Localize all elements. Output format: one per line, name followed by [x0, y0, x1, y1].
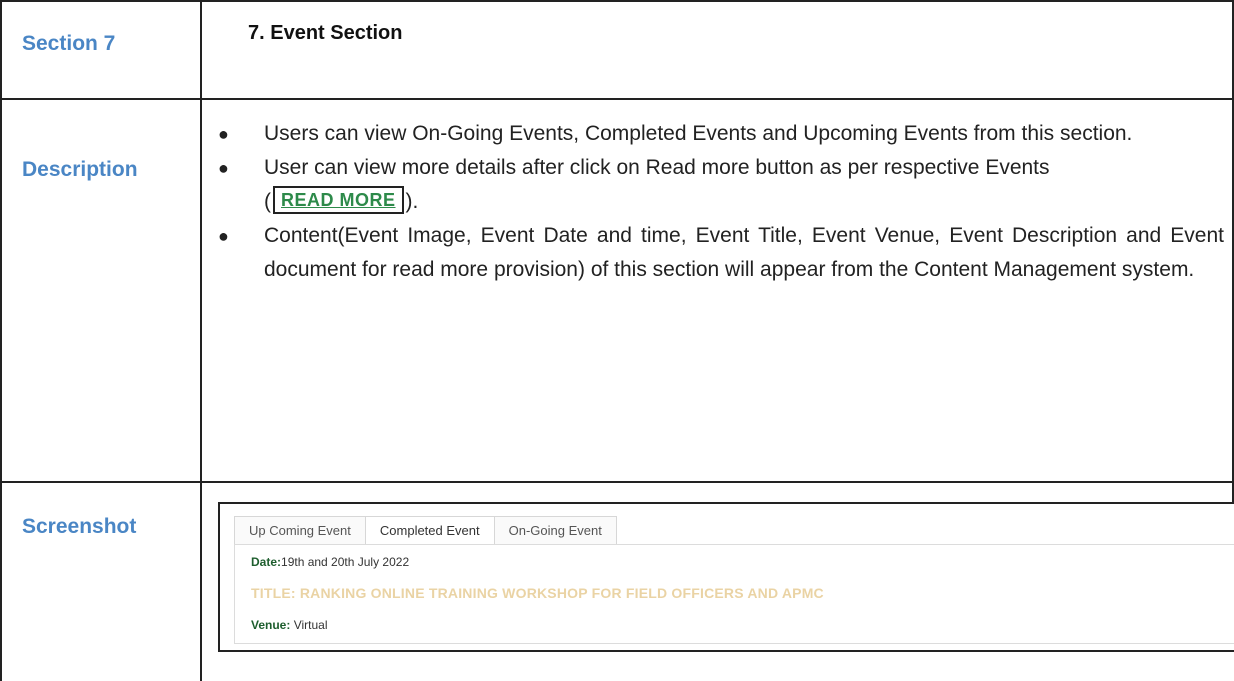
bullet-text: Users can view On-Going Events, Complete… [264, 122, 1133, 145]
list-item: ● Content(Event Image, Event Date and ti… [218, 219, 1224, 287]
event-venue-value: Virtual [290, 618, 328, 632]
section-label: Section 7 [22, 32, 116, 55]
event-screenshot: Up Coming Event Completed Event On-Going… [218, 502, 1234, 652]
event-tabs: Up Coming Event Completed Event On-Going… [234, 516, 617, 544]
event-date: Date:19th and 20th July 2022 [251, 555, 409, 569]
description-content: ● Users can view On-Going Events, Comple… [218, 117, 1224, 287]
bullet-icon: ● [218, 226, 229, 246]
description-list: ● Users can view On-Going Events, Comple… [218, 117, 1224, 287]
tab-ongoing-event[interactable]: On-Going Event [493, 516, 617, 544]
table-row-divider [0, 98, 1234, 100]
bullet-text: Content(Event Image, Event Date and time… [264, 224, 1224, 281]
bullet-text: User can view more details after click o… [264, 156, 1050, 179]
read-more-line: (READ MORE). [264, 185, 1224, 219]
event-venue-label: Venue: [251, 618, 291, 632]
table-row-divider [0, 481, 1234, 483]
event-panel: Date:19th and 20th July 2022 TITLE: RANK… [234, 544, 1234, 644]
table-border-left [0, 0, 2, 681]
section-heading: 7. Event Section [248, 22, 403, 44]
paren-open: ( [264, 190, 271, 213]
tab-completed-event[interactable]: Completed Event [364, 516, 495, 544]
table-column-divider [200, 0, 202, 681]
event-date-value: 19th and 20th July 2022 [281, 555, 410, 569]
description-label: Description [22, 158, 138, 181]
event-date-label: Date: [251, 555, 282, 569]
document-table: Section 7 7. Event Section Description ●… [0, 0, 1234, 681]
list-item: ● Users can view On-Going Events, Comple… [218, 117, 1224, 151]
event-title[interactable]: TITLE: RANKING ONLINE TRAINING WORKSHOP … [251, 585, 824, 601]
screenshot-label: Screenshot [22, 515, 137, 538]
bullet-icon: ● [218, 158, 229, 178]
bullet-icon: ● [218, 124, 229, 144]
tab-upcoming-event[interactable]: Up Coming Event [234, 516, 366, 544]
read-more-button[interactable]: READ MORE [273, 186, 404, 214]
paren-close: ). [405, 190, 419, 213]
list-item: ● User can view more details after click… [218, 151, 1224, 219]
table-border-top [0, 0, 1234, 2]
event-venue: Venue: Virtual [251, 618, 328, 632]
